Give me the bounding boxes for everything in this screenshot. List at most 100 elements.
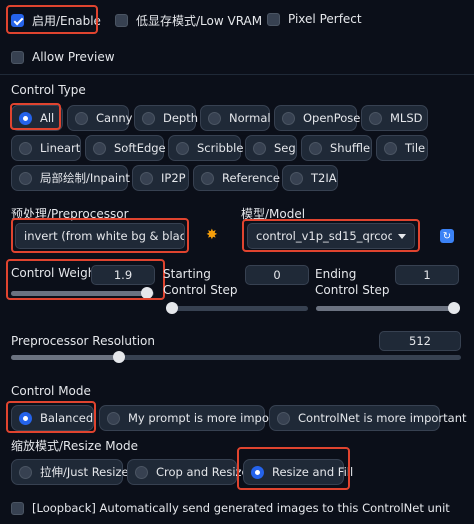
preprocessor-label: 预处理/Preprocessor [11,207,129,221]
low-vram-check-icon[interactable] [115,14,128,27]
resize-mode-just-resize[interactable]: 拉伸/Just Resize [11,459,129,485]
option-label: IP2P [161,171,186,185]
radio-icon [290,171,303,185]
option-label: Balanced [40,411,94,425]
resize-mode-label: 缩放模式/Resize Mode [11,439,139,453]
divider [0,74,474,75]
preprocessor-resolution-label: Preprocessor Resolution [11,334,155,348]
control-mode-balanced[interactable]: Balanced [11,405,94,431]
radio-icon [75,111,88,125]
option-label: Crop and Resize [156,465,249,479]
allow-preview-checkbox[interactable]: Allow Preview [11,50,115,64]
option-label: T2IA [311,171,337,185]
radio-icon [176,141,189,155]
slider-fill [11,291,147,296]
option-label: Normal [229,111,271,125]
option-label: Shuffle [330,141,371,155]
refresh-icon[interactable]: ↻ [440,229,454,243]
option-label: Tile [405,141,426,155]
radio-icon [208,111,221,125]
option-label: Lineart [40,141,81,155]
resize-mode-crop-and-resize[interactable]: Crop and Resize [127,459,249,485]
option-label: MLSD [390,111,423,125]
pixel-perfect-checkbox[interactable]: Pixel Perfect [267,12,362,26]
control-weight-label: Control Weight [11,266,100,280]
control-type-mlsd[interactable]: MLSD [361,105,428,131]
option-label: Canny [96,111,133,125]
radio-icon [369,111,382,125]
slider-fill [316,306,460,311]
control-type-depth[interactable]: Depth [134,105,199,131]
control-type-t2ia[interactable]: T2IA [282,165,338,191]
radio-selected-icon [19,111,32,125]
slider-fill [11,355,119,360]
loopback-check-icon[interactable] [11,501,24,515]
control-weight-input[interactable]: 1.9 [91,265,155,285]
radio-icon [384,141,397,155]
starting-step-input[interactable]: 0 [245,265,309,285]
control-type-canny[interactable]: Canny [67,105,133,131]
option-label: Resize and Fill [272,465,354,479]
slider-thumb[interactable] [166,302,178,314]
low-vram-checkbox[interactable]: 低显存模式/Low VRAM [115,12,262,29]
preprocessor-resolution-input[interactable]: 512 [379,331,461,351]
model-value: control_v1p_sd15_qrcode_m [256,229,392,243]
starting-step-label: Starting Control Step [163,267,238,297]
option-label: All [40,111,55,125]
control-mode-controlnet[interactable]: ControlNet is more important [269,405,467,431]
option-label: SoftEdge [114,141,166,155]
control-type-lineart[interactable]: Lineart [11,135,81,161]
radio-icon [277,411,290,425]
control-type-softedge[interactable]: SoftEdge [85,135,166,161]
pixel-perfect-label: Pixel Perfect [288,12,362,26]
preprocessor-resolution-slider[interactable] [11,351,461,363]
control-type-shuffle[interactable]: Shuffle [301,135,372,161]
loopback-checkbox[interactable]: [Loopback] Automatically send generated … [11,501,450,515]
enable-check-icon[interactable] [11,14,24,27]
option-label: ControlNet is more important [298,411,467,425]
control-mode-prompt[interactable]: My prompt is more important [99,405,297,431]
control-weight-slider[interactable] [11,287,154,299]
allow-preview-label: Allow Preview [32,50,115,64]
pixel-perfect-check-icon[interactable] [267,12,280,26]
option-label: OpenPose [303,111,361,125]
radio-icon [93,141,106,155]
radio-icon [142,111,155,125]
preprocessor-value: invert (from white bg & black [24,229,185,243]
starting-step-slider[interactable] [166,302,308,314]
resize-mode-resize-and-fill[interactable]: Resize and Fill [243,459,353,485]
radio-icon [135,465,148,479]
slider-thumb[interactable] [113,351,125,363]
ending-step-slider[interactable] [316,302,460,314]
control-type-ip2p[interactable]: IP2P [132,165,189,191]
radio-icon [140,171,153,185]
chevron-down-icon [398,233,406,239]
control-type-label: Control Type [11,83,86,97]
slider-thumb[interactable] [448,302,460,314]
control-type-all[interactable]: All [11,105,63,131]
radio-icon [19,171,32,185]
model-dropdown[interactable]: control_v1p_sd15_qrcode_m [247,223,415,249]
control-mode-label: Control Mode [11,384,91,398]
loopback-label: [Loopback] Automatically send generated … [32,501,450,515]
enable-checkbox[interactable]: 启用/Enable [11,12,101,29]
enable-label: 启用/Enable [32,14,101,28]
control-type-scribble[interactable]: Scribble [168,135,244,161]
control-type-reference[interactable]: Reference [193,165,280,191]
preprocessor-dropdown[interactable]: invert (from white bg & black [15,223,185,249]
control-type-normal[interactable]: Normal [200,105,271,131]
option-label: 局部绘制/Inpaint [40,171,130,185]
ending-step-input[interactable]: 1 [395,265,459,285]
option-label: Scribble [197,141,244,155]
radio-selected-icon [251,465,264,479]
slider-thumb[interactable] [140,287,153,299]
control-type-inpaint[interactable]: 局部绘制/Inpaint [11,165,130,191]
control-type-tile[interactable]: Tile [376,135,428,161]
run-preprocessor-icon[interactable]: ✸ [206,227,218,243]
radio-icon [201,171,214,185]
control-type-openpose[interactable]: OpenPose [274,105,361,131]
control-type-seg[interactable]: Seg [245,135,297,161]
allow-preview-check-icon[interactable] [11,50,24,64]
option-label: Depth [163,111,199,125]
radio-icon [282,111,295,125]
